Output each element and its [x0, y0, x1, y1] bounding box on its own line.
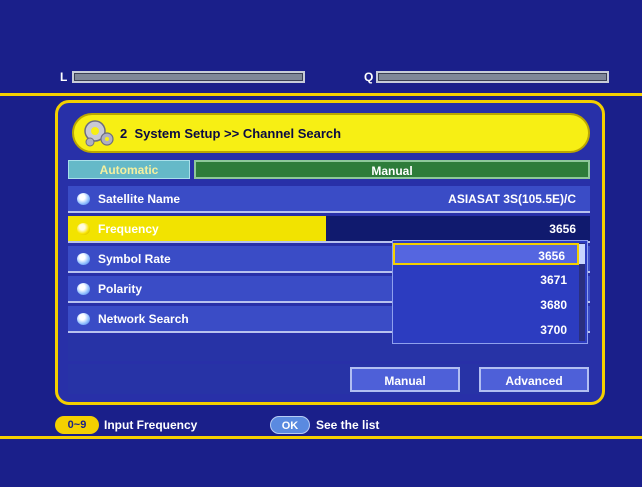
- dropdown-scroll-thumb[interactable]: [579, 244, 585, 264]
- advanced-button[interactable]: Advanced: [479, 367, 589, 392]
- ok-key-badge: OK: [270, 416, 310, 434]
- top-divider: [0, 93, 642, 96]
- dropdown-option[interactable]: 3656: [393, 243, 579, 265]
- bullet-icon: [77, 313, 90, 325]
- frequency-dropdown-list[interactable]: 3656 3671 3680 3700: [392, 240, 588, 344]
- row-frequency[interactable]: Frequency 3656: [68, 216, 590, 243]
- bullet-icon: [77, 283, 90, 295]
- dropdown-option[interactable]: 3680: [393, 294, 579, 316]
- bullet-icon: [77, 253, 90, 265]
- numeric-keys-badge: 0~9: [55, 416, 99, 434]
- row-value: 3656: [549, 222, 576, 236]
- row-label: Frequency: [98, 222, 159, 236]
- signal-level-label: L: [60, 70, 68, 84]
- bottom-divider: [0, 436, 642, 439]
- signal-level-bar: [72, 71, 305, 83]
- dropdown-option[interactable]: 3700: [393, 319, 579, 341]
- hint-see-list: See the list: [316, 418, 380, 432]
- row-label: Polarity: [98, 282, 143, 296]
- bullet-icon: [77, 223, 90, 235]
- bullet-icon: [77, 193, 90, 205]
- row-satellite-name[interactable]: Satellite Name ASIASAT 3S(105.5E)/C: [68, 186, 590, 213]
- tab-automatic[interactable]: Automatic: [68, 160, 190, 179]
- row-label: Network Search: [98, 312, 189, 326]
- dropdown-option[interactable]: 3671: [393, 269, 579, 291]
- row-label: Symbol Rate: [98, 252, 171, 266]
- hint-input-frequency: Input Frequency: [104, 418, 198, 432]
- tab-manual[interactable]: Manual: [194, 160, 590, 179]
- gears-icon: [84, 120, 114, 147]
- signal-quality-bar: [376, 71, 609, 83]
- manual-button[interactable]: Manual: [350, 367, 460, 392]
- signal-quality-label: Q: [364, 70, 374, 84]
- row-value: ASIASAT 3S(105.5E)/C: [448, 192, 576, 206]
- row-label: Satellite Name: [98, 192, 181, 206]
- page-title: 2 System Setup >> Channel Search: [120, 126, 342, 141]
